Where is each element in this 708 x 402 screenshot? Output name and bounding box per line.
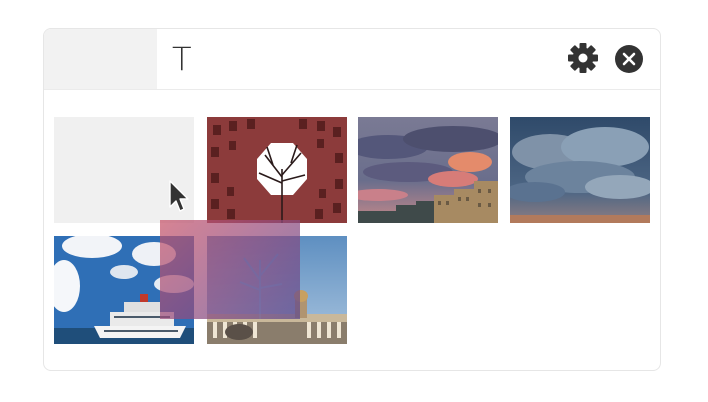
close-icon[interactable] (614, 44, 644, 74)
mouse-pointer-icon (168, 179, 190, 215)
toolbar: T (44, 29, 660, 90)
drag-preview-image[interactable] (160, 220, 300, 319)
toolbar-tab[interactable] (44, 29, 157, 89)
storm-clouds-photo[interactable] (510, 117, 650, 223)
text-tool-button[interactable]: T (172, 39, 192, 79)
courtyard-tree-photo[interactable] (207, 117, 347, 223)
sunset-clouds-city-photo[interactable] (358, 117, 498, 223)
gear-icon[interactable] (566, 41, 600, 75)
